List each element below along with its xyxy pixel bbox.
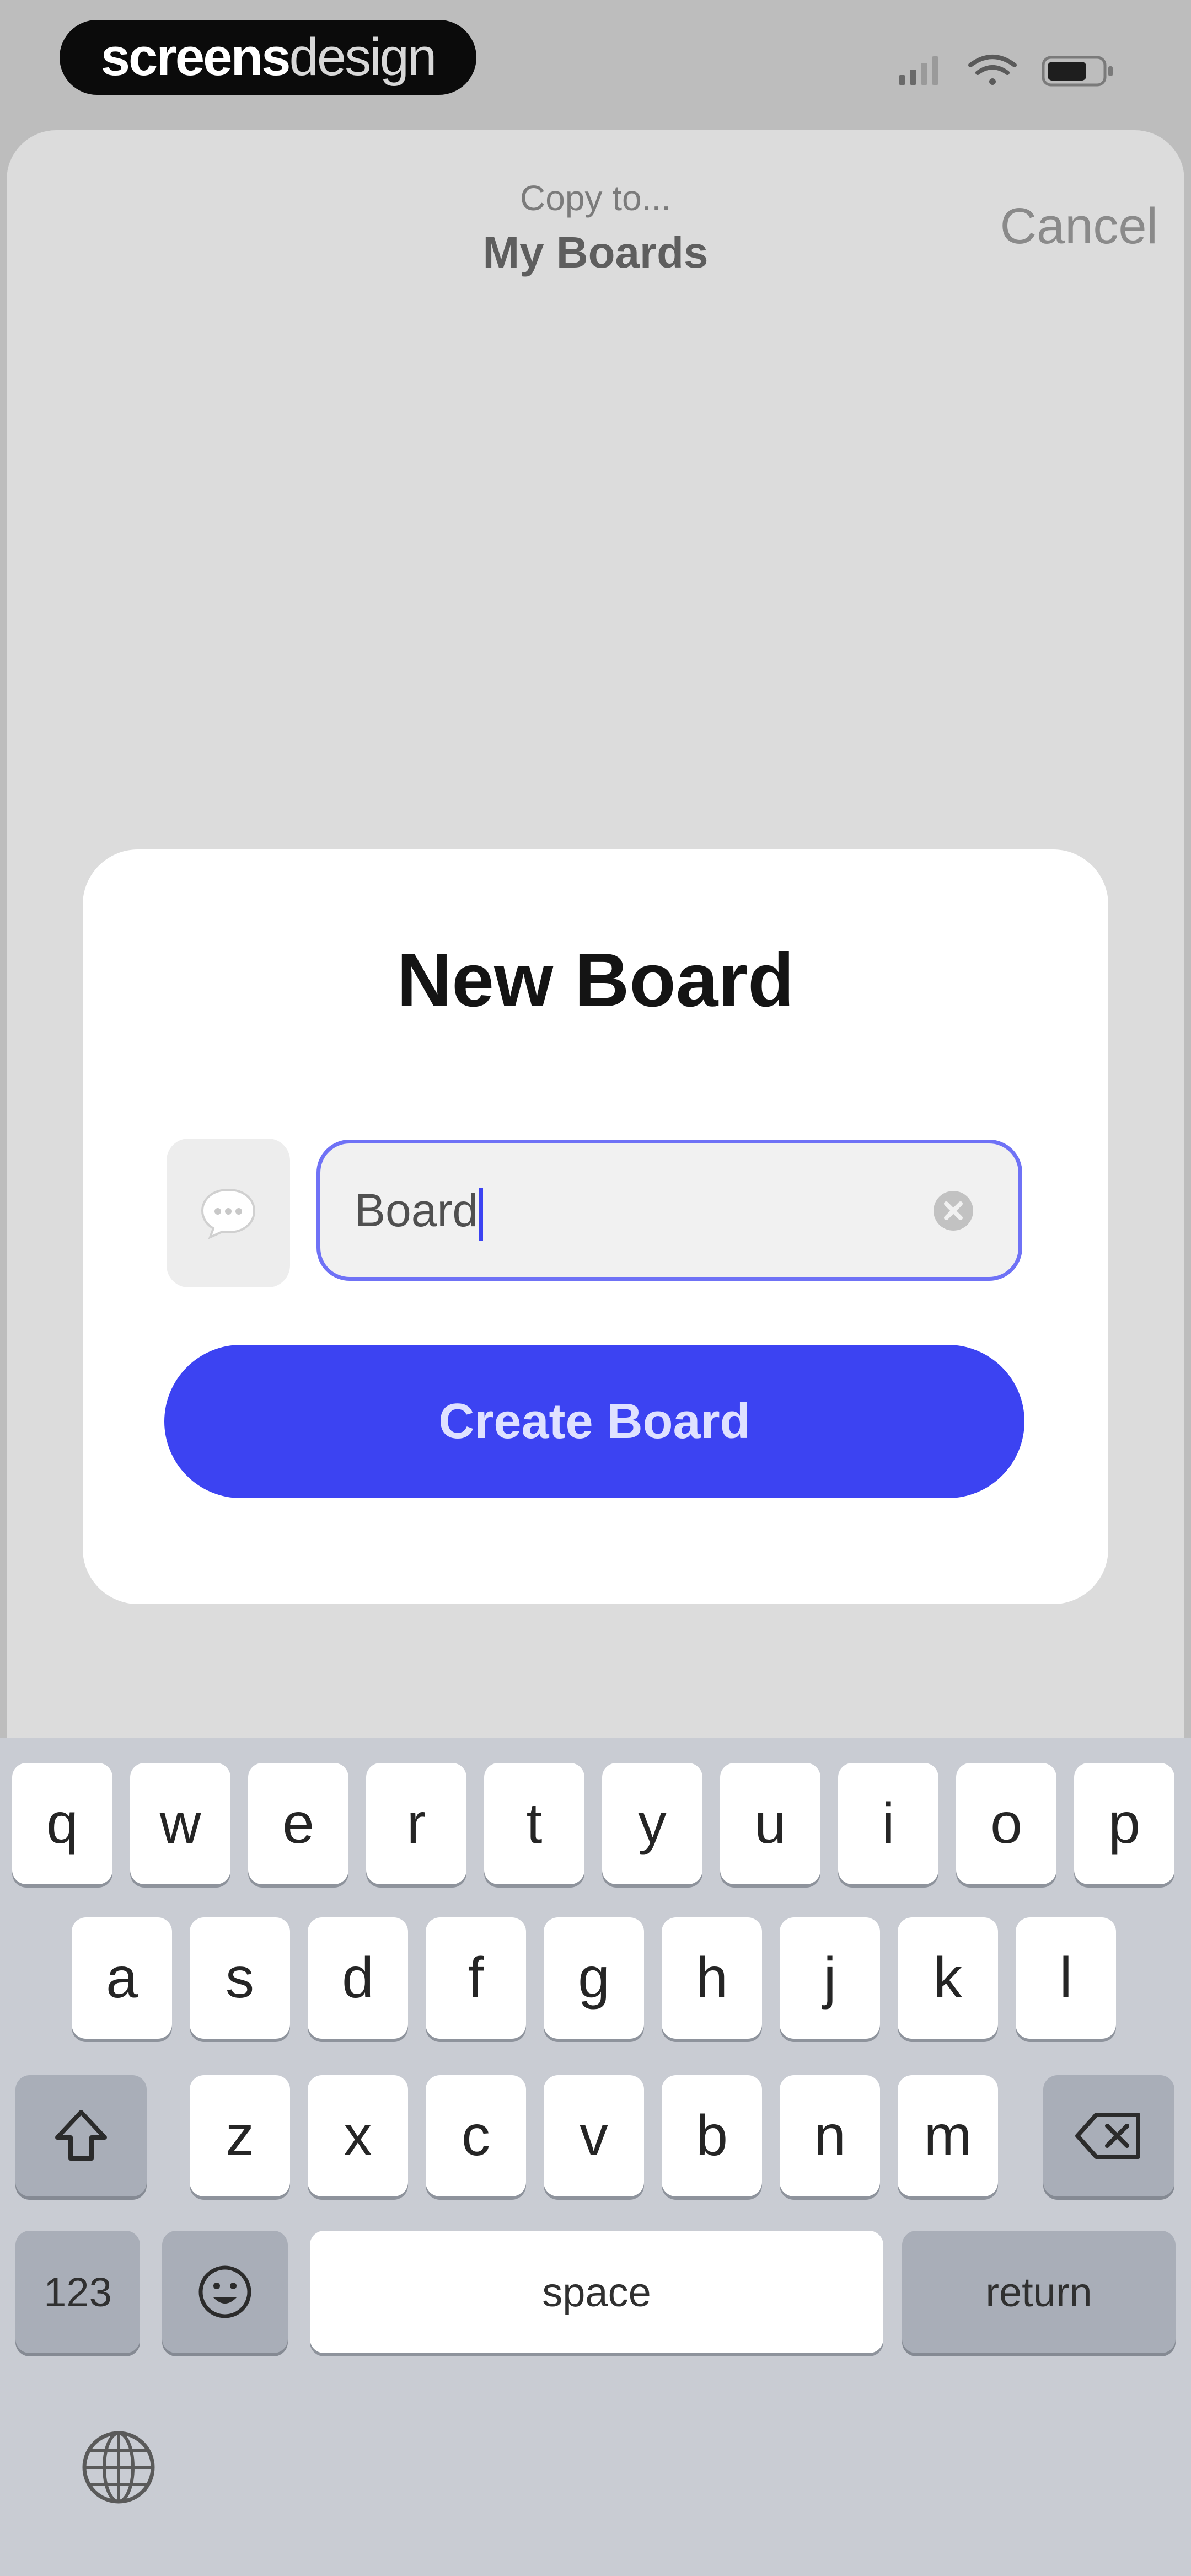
emoji-key[interactable] xyxy=(162,2231,288,2353)
key-x[interactable]: x xyxy=(308,2075,408,2196)
new-board-dialog: New Board Board Create Board xyxy=(83,849,1108,1604)
key-k[interactable]: k xyxy=(898,1917,998,2039)
signal-icon xyxy=(899,56,938,85)
key-h[interactable]: h xyxy=(662,1917,762,2039)
key-p[interactable]: p xyxy=(1074,1763,1174,1884)
status-bar: screens design xyxy=(0,0,1191,121)
key-u[interactable]: u xyxy=(720,1763,820,1884)
text-caret xyxy=(479,1187,484,1241)
battery-icon xyxy=(1042,56,1113,87)
key-n[interactable]: n xyxy=(780,2075,880,2196)
brand-bold: screens xyxy=(100,28,291,87)
key-j[interactable]: j xyxy=(780,1917,880,2039)
key-g[interactable]: g xyxy=(544,1917,644,2039)
key-m[interactable]: m xyxy=(898,2075,998,2196)
key-o[interactable]: o xyxy=(956,1763,1056,1884)
key-z[interactable]: z xyxy=(190,2075,290,2196)
speech-bubble-icon xyxy=(201,1188,256,1239)
globe-icon[interactable] xyxy=(77,2426,160,2509)
key-t[interactable]: t xyxy=(484,1763,584,1884)
key-s[interactable]: s xyxy=(190,1917,290,2039)
delete-icon xyxy=(1075,2113,1140,2159)
key-e[interactable]: e xyxy=(248,1763,348,1884)
status-icons xyxy=(899,55,1113,87)
shift-key[interactable] xyxy=(15,2075,147,2196)
key-d[interactable]: d xyxy=(308,1917,408,2039)
wifi-icon xyxy=(968,55,1017,85)
key-b[interactable]: b xyxy=(662,2075,762,2196)
key-w[interactable]: w xyxy=(130,1763,230,1884)
delete-key[interactable] xyxy=(1043,2075,1174,2196)
board-icon-picker[interactable] xyxy=(167,1139,290,1287)
board-name-value: Board xyxy=(355,1184,479,1236)
key-q[interactable]: q xyxy=(12,1763,112,1884)
key-r[interactable]: r xyxy=(366,1763,466,1884)
key-l[interactable]: l xyxy=(1016,1917,1116,2039)
return-key[interactable]: return xyxy=(902,2231,1176,2353)
brand-logo: screens design xyxy=(60,20,476,95)
key-f[interactable]: f xyxy=(426,1917,526,2039)
key-c[interactable]: c xyxy=(426,2075,526,2196)
numbers-key[interactable]: 123 xyxy=(15,2231,140,2353)
dialog-title: New Board xyxy=(396,938,795,1023)
key-i[interactable]: i xyxy=(838,1763,938,1884)
cancel-button[interactable]: Cancel xyxy=(937,197,1158,255)
clear-icon[interactable] xyxy=(931,1189,975,1233)
key-a[interactable]: a xyxy=(72,1917,172,2039)
brand-light: design xyxy=(289,28,437,87)
board-name-input[interactable]: Board xyxy=(316,1140,1022,1281)
space-key[interactable]: space xyxy=(310,2231,883,2353)
key-v[interactable]: v xyxy=(544,2075,644,2196)
shift-icon xyxy=(55,2110,107,2161)
create-board-button[interactable]: Create Board xyxy=(164,1345,1024,1498)
key-y[interactable]: y xyxy=(602,1763,702,1884)
emoji-icon xyxy=(198,2265,251,2318)
